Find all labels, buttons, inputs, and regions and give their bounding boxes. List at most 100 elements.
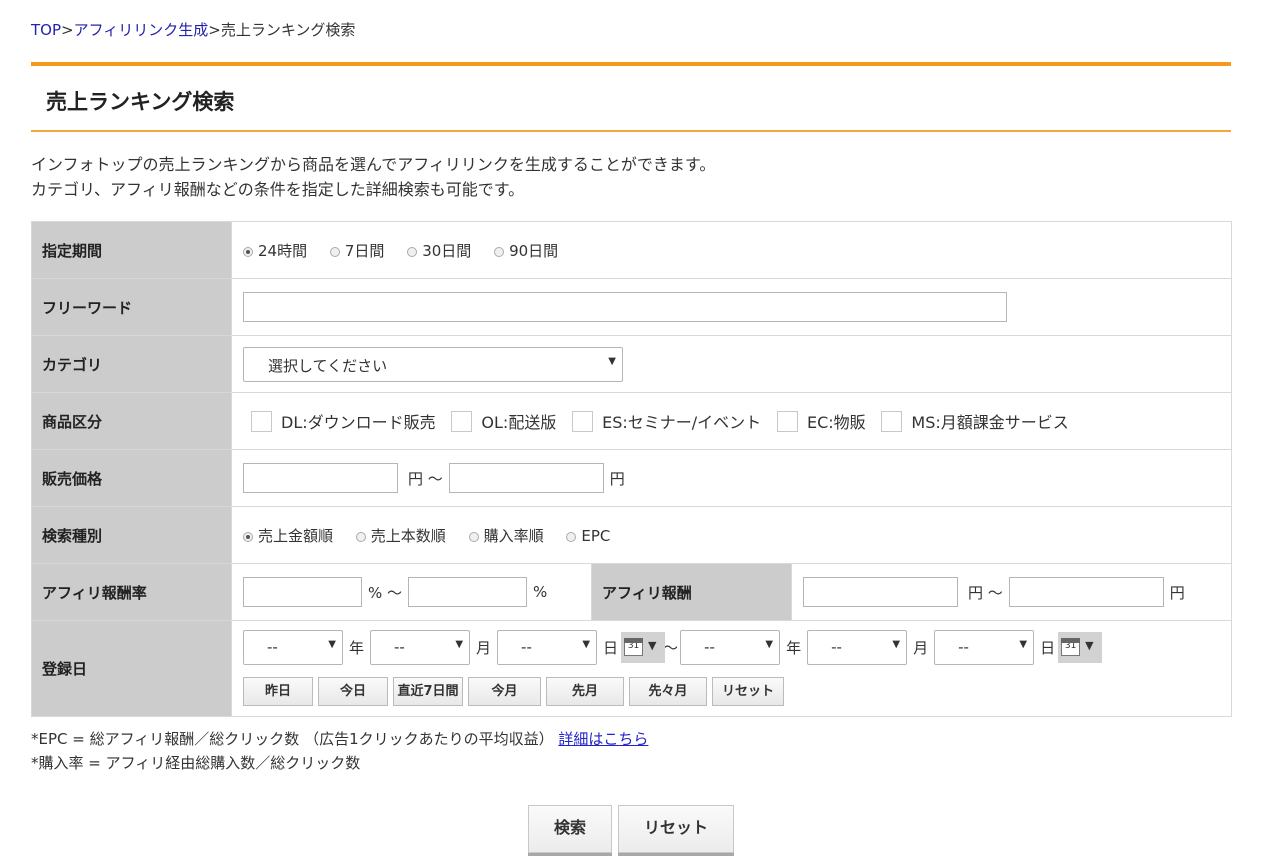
category-cell: 選択してください ▼: [230, 335, 1233, 393]
affiliate-reward-unit: 円: [1169, 583, 1185, 602]
breadcrumb: TOP>アフィリリンク生成>売上ランキング検索: [31, 19, 355, 40]
year-unit: 年: [349, 639, 365, 657]
affiliate-reward-max-input[interactable]: [1008, 577, 1164, 607]
epc-note: *EPC = 総アフィリ報酬／総クリック数 （広告1クリックあたりの平均収益） …: [31, 727, 648, 751]
chevron-down-icon: ▼: [765, 639, 774, 650]
radio-period-30d[interactable]: 30日間: [407, 240, 471, 261]
radio-period-90d[interactable]: 90日間: [494, 240, 558, 261]
freeword-input[interactable]: [243, 292, 1007, 322]
checkbox-ol[interactable]: OL:配送版: [451, 409, 556, 433]
radio-period-7d[interactable]: 7日間: [329, 240, 385, 261]
two-months-ago-button[interactable]: 先々月: [629, 677, 707, 706]
breadcrumb-top-link[interactable]: TOP: [31, 21, 61, 39]
chevron-down-icon: ▼: [892, 639, 901, 650]
price-max-input[interactable]: [448, 463, 604, 493]
year-unit: 年: [786, 639, 802, 657]
chevron-down-icon: ▼: [1085, 639, 1094, 652]
checkbox-icon: [451, 410, 473, 432]
from-day-select[interactable]: -- ▼: [497, 630, 598, 665]
from-month-select[interactable]: -- ▼: [370, 630, 471, 665]
price-min-input[interactable]: [243, 463, 398, 493]
calendar-icon: 31: [624, 638, 644, 656]
radio-label: 売上本数順: [370, 526, 446, 545]
page-title: 売上ランキング検索: [46, 90, 235, 114]
category-select[interactable]: 選択してください ▼: [243, 346, 623, 382]
radio-label: 売上金額順: [258, 526, 334, 545]
radio-sort-purchase-rate[interactable]: 購入率順: [468, 525, 544, 546]
checkbox-es[interactable]: ES:セミナー/イベント: [572, 409, 761, 433]
checkbox-dl[interactable]: DL:ダウンロード販売: [251, 409, 436, 433]
search-type-label: 検索種別: [31, 506, 232, 564]
affiliate-reward-unit-range: 円 〜: [968, 583, 1003, 602]
radio-icon: [494, 246, 505, 257]
to-calendar-button[interactable]: 31 ▼: [1058, 632, 1103, 663]
price-unit-range: 円 〜: [408, 469, 443, 488]
radio-icon: [468, 531, 479, 542]
search-form-table: 指定期間 24時間 7日間 30日間 90日間 フリーワード カテゴリ 選択して…: [31, 221, 1233, 717]
to-year-select[interactable]: -- ▼: [680, 630, 781, 665]
radio-label: 90日間: [509, 241, 559, 260]
date-reset-button[interactable]: リセット: [712, 677, 784, 706]
select-value: --: [704, 638, 715, 656]
from-calendar-button[interactable]: 31 ▼: [621, 632, 666, 663]
category-selected-value: 選択してください: [268, 356, 388, 375]
affiliate-reward-cell: 円 〜 円: [790, 563, 1233, 621]
radio-sort-sales-count[interactable]: 売上本数順: [355, 525, 446, 546]
radio-checked-icon: [243, 531, 253, 542]
radio-sort-epc[interactable]: EPC: [566, 527, 610, 545]
affiliate-rate-min-input[interactable]: [243, 577, 362, 607]
chevron-down-icon: ▼: [582, 639, 591, 650]
category-label: カテゴリ: [31, 335, 232, 393]
affiliate-rate-label: アフィリ報酬率: [31, 563, 232, 621]
affiliate-reward-label: アフィリ報酬: [591, 563, 792, 621]
day-unit: 日: [1040, 639, 1056, 657]
date-range-row: -- ▼ 年 -- ▼ 月 -- ▼ 日 31 ▼ 〜 -- ▼ 年 -- ▼ 月 -- ▼ 日 31 ▼: [243, 630, 1103, 665]
this-month-button[interactable]: 今月: [468, 677, 541, 706]
yesterday-button[interactable]: 昨日: [243, 677, 313, 706]
affiliate-reward-min-input[interactable]: [803, 577, 958, 607]
radio-label: 購入率順: [483, 526, 544, 545]
select-value: --: [831, 638, 842, 656]
day-unit: 日: [603, 639, 619, 657]
description-line: カテゴリ、アフィリ報酬などの条件を指定した詳細検索も可能です。: [31, 180, 525, 199]
search-button[interactable]: 検索: [528, 805, 612, 853]
radio-icon: [355, 531, 366, 542]
radio-sort-sales-amount[interactable]: 売上金額順: [243, 525, 333, 546]
checkbox-label: OL:配送版: [481, 413, 557, 432]
today-button[interactable]: 今日: [318, 677, 388, 706]
chevron-down-icon: ▼: [648, 639, 657, 652]
chevron-down-icon: ▼: [608, 355, 616, 367]
description-line: インフォトップの売上ランキングから商品を選んでアフィリリンクを生成することができ…: [31, 155, 716, 174]
search-type-options: 売上金額順 売上本数順 購入率順 EPC: [230, 506, 1233, 564]
checkbox-ec[interactable]: EC:物販: [776, 409, 866, 433]
period-options: 24時間 7日間 30日間 90日間: [230, 221, 1233, 279]
epc-details-link[interactable]: 詳細はこちら: [558, 730, 648, 748]
last-month-button[interactable]: 先月: [546, 677, 624, 706]
period-label: 指定期間: [31, 221, 232, 279]
checkbox-ms[interactable]: MS:月額課金サービス: [881, 409, 1069, 433]
quick-date-buttons: 昨日 今日 直近7日間 今月 先月 先々月 リセット: [243, 677, 786, 706]
checkbox-label: ES:セミナー/イベント: [602, 413, 762, 432]
breadcrumb-current: 売上ランキング検索: [220, 21, 356, 39]
range-separator: 〜: [663, 639, 679, 657]
radio-icon: [566, 531, 577, 542]
chevron-down-icon: ▼: [455, 639, 464, 650]
breadcrumb-separator: >: [61, 21, 74, 39]
last-7-days-button[interactable]: 直近7日間: [393, 677, 463, 706]
affiliate-rate-max-input[interactable]: [408, 577, 528, 607]
radio-label: 7日間: [344, 241, 385, 260]
select-value: --: [267, 638, 278, 656]
reset-button[interactable]: リセット: [618, 805, 734, 853]
to-month-select[interactable]: -- ▼: [807, 630, 908, 665]
select-value: --: [521, 638, 532, 656]
from-year-select[interactable]: -- ▼: [243, 630, 343, 665]
chevron-down-icon: ▼: [328, 639, 336, 650]
to-day-select[interactable]: -- ▼: [934, 630, 1035, 665]
radio-period-24h[interactable]: 24時間: [243, 240, 307, 261]
calendar-icon: 31: [1061, 638, 1081, 656]
month-unit: 月: [476, 639, 492, 657]
breadcrumb-affiliate-link[interactable]: アフィリリンク生成: [74, 21, 209, 39]
product-type-label: 商品区分: [31, 392, 232, 450]
registration-date-cell: -- ▼ 年 -- ▼ 月 -- ▼ 日 31 ▼ 〜 -- ▼ 年 -- ▼ 月 -- ▼ 日 31 ▼ 昨日 今日 直近7日…: [230, 620, 1233, 717]
breadcrumb-separator: >: [208, 21, 221, 39]
